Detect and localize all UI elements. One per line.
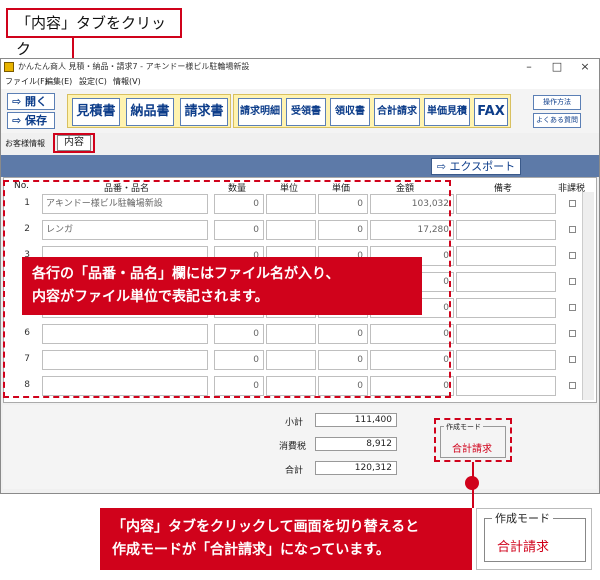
mode-note-line2: 作成モードが「合計請求」になっています。 <box>112 542 390 558</box>
taxfree-checkbox[interactable] <box>569 304 576 311</box>
export-button[interactable]: ⇨ エクスポート <box>431 158 521 175</box>
tab-row: お客様情報 内容 <box>1 133 599 153</box>
taxfree-checkbox[interactable] <box>569 330 576 337</box>
mode-zoom-value: 合計請求 <box>497 540 550 555</box>
faq-button[interactable]: よくある質問 <box>533 113 581 128</box>
note-cell[interactable] <box>456 298 556 318</box>
save-icon: ⇨ <box>12 114 26 127</box>
invoice-detail-button[interactable]: 請求明細 <box>238 98 282 126</box>
mode-value: 合計請求 <box>452 444 492 455</box>
menu-bar: ファイル(F) 編集(E) 設定(C) 情報(V) <box>1 75 599 89</box>
note-cell[interactable] <box>456 194 556 214</box>
taxfree-checkbox[interactable] <box>569 382 576 389</box>
subtotal-label: 小計 <box>285 418 304 428</box>
total-value: 120,312 <box>315 461 397 475</box>
sub-button-group: 請求明細 受領書 領収書 合計請求 単価見積 FAX <box>233 94 511 128</box>
help-button[interactable]: 操作方法 <box>533 95 581 110</box>
close-button[interactable]: × <box>571 59 599 75</box>
receipt-button[interactable]: 領収書 <box>330 98 370 126</box>
maximize-button[interactable]: □ <box>543 59 571 75</box>
minimize-button[interactable]: – <box>515 59 543 75</box>
mode-note-line1: 「内容」タブをクリックして画面を切り替えると <box>112 519 420 535</box>
tab-customer-info[interactable]: お客様情報 <box>5 138 45 149</box>
save-button[interactable]: ⇨ 保存 <box>7 112 55 129</box>
taxfree-checkbox[interactable] <box>569 200 576 207</box>
note-cell[interactable] <box>456 246 556 266</box>
grid-note-line1: 各行の「品番・品名」欄にはファイル名が入り、 <box>32 266 340 282</box>
menu-file[interactable]: ファイル(F) <box>5 76 48 87</box>
invoice-button[interactable]: 請求書 <box>180 98 228 126</box>
note-cell[interactable] <box>456 324 556 344</box>
total-label: 合計 <box>285 466 304 476</box>
estimate-button[interactable]: 見積書 <box>72 98 120 126</box>
taxfree-checkbox[interactable] <box>569 226 576 233</box>
receipt-form-button[interactable]: 受領書 <box>286 98 326 126</box>
app-icon <box>4 62 14 72</box>
taxfree-checkbox[interactable] <box>569 278 576 285</box>
note-cell[interactable] <box>456 220 556 240</box>
taxfree-checkbox[interactable] <box>569 356 576 363</box>
tax-label: 消費税 <box>279 442 307 452</box>
tab-highlight-frame <box>53 133 95 153</box>
subtotal-value: 111,400 <box>315 413 397 427</box>
grid-note-line2: 内容がファイル単位で表記されます。 <box>32 289 269 305</box>
mode-legend: 作成モード <box>444 422 483 432</box>
window-title: かんたん商人 見積・納品・請求7 - アキンドー様ビル駐輪場新設 <box>18 62 250 71</box>
export-icon: ⇨ <box>436 160 450 173</box>
document-button-group: 見積書 納品書 請求書 <box>67 94 231 128</box>
note-cell[interactable] <box>456 350 556 370</box>
export-band: ⇨ エクスポート <box>1 155 599 177</box>
unit-estimate-button[interactable]: 単価見積 <box>424 98 470 126</box>
menu-edit[interactable]: 編集(E) <box>45 76 72 87</box>
note-cell[interactable] <box>456 376 556 396</box>
delivery-button[interactable]: 納品書 <box>126 98 174 126</box>
note-cell[interactable] <box>456 272 556 292</box>
fax-button[interactable]: FAX <box>474 98 508 126</box>
menu-info[interactable]: 情報(V) <box>113 76 141 87</box>
title-bar: かんたん商人 見積・納品・請求7 - アキンドー様ビル駐輪場新設 – □ × <box>1 59 599 75</box>
mode-note-callout: 「内容」タブをクリックして画面を切り替えると 作成モードが「合計請求」になってい… <box>100 508 472 570</box>
toolbar: ⇨ 開く ⇨ 保存 見積書 納品書 請求書 請求明細 受領書 領収書 合計請求 … <box>1 89 599 133</box>
grid-note-callout: 各行の「品番・品名」欄にはファイル名が入り、 内容がファイル単位で表記されます。 <box>22 257 422 315</box>
menu-settings[interactable]: 設定(C) <box>79 76 107 87</box>
total-invoice-button[interactable]: 合計請求 <box>374 98 420 126</box>
open-icon: ⇨ <box>12 95 26 108</box>
grid-scrollbar[interactable] <box>582 192 594 400</box>
header-note: 備考 <box>494 184 513 194</box>
open-button[interactable]: ⇨ 開く <box>7 93 55 110</box>
header-taxfree: 非課税 <box>558 184 586 194</box>
mode-zoom-legend: 作成モード <box>492 510 553 526</box>
callout-top: 「内容」タブをクリック <box>6 8 182 58</box>
callout-dot-bottom <box>465 476 479 490</box>
taxfree-checkbox[interactable] <box>569 252 576 259</box>
tax-value: 8,912 <box>315 437 397 451</box>
